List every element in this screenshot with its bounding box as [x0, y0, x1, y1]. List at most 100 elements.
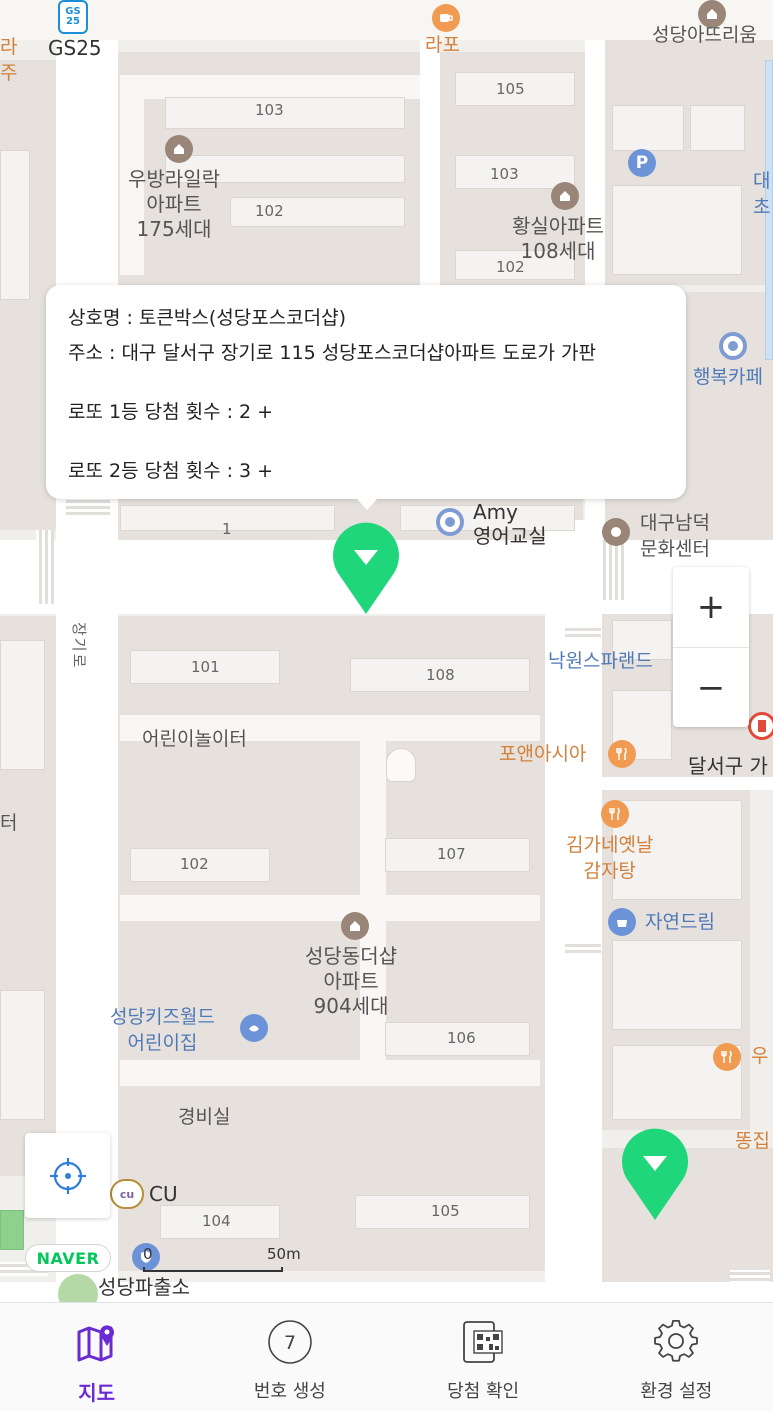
lottery-store-marker[interactable] — [619, 1126, 691, 1222]
zoom-control: + − — [673, 567, 749, 727]
place-kids-world-daycare[interactable]: 성당키즈월드 어린이집 — [110, 1004, 215, 1056]
tab-winning-check[interactable]: 당첨 확인 — [387, 1303, 580, 1411]
place-ttongjip[interactable]: 똥집 — [735, 1130, 770, 1154]
naver-logo[interactable]: NAVER — [25, 1244, 111, 1272]
current-location-button[interactable] — [25, 1133, 110, 1218]
place-dalseo[interactable]: 달서구 가 — [688, 754, 768, 779]
place-daegu-culture-center[interactable]: 대구남덕 문화센터 — [640, 510, 710, 562]
apartment-icon — [551, 182, 579, 210]
place-jayeon-dream[interactable]: 자연드림 — [645, 911, 715, 935]
first-prize-count-line: 로또 1등 당첨 횟수 : 2 + — [68, 401, 274, 423]
building — [612, 940, 742, 1030]
place-police-box[interactable]: 성당파출소 — [98, 1275, 190, 1300]
gas-station-icon — [748, 712, 773, 740]
lottery-store-marker-selected[interactable] — [330, 520, 402, 616]
crosswalk — [66, 500, 110, 518]
place-rapo[interactable]: 라포 — [425, 34, 460, 58]
building — [690, 105, 745, 151]
place-gimga-gamjatang[interactable]: 김가네옛날 감자탕 — [566, 832, 653, 884]
road-vertical — [420, 40, 440, 290]
number-ball-icon: 7 — [267, 1319, 313, 1365]
cafe-icon — [432, 4, 460, 32]
crosswalk — [565, 942, 601, 956]
crosswalk — [36, 530, 54, 604]
apt-number: 103 — [490, 165, 519, 183]
apartment-icon — [341, 912, 369, 940]
scale-bar — [143, 1267, 283, 1272]
building — [612, 105, 684, 151]
cu-store-icon: cu — [110, 1179, 144, 1209]
restaurant-icon — [608, 740, 636, 768]
academy-icon — [436, 508, 464, 536]
scale-zero: 0 — [143, 1245, 153, 1263]
apt-number: 101 — [191, 658, 220, 676]
tab-number-generate[interactable]: 7 번호 생성 — [193, 1303, 386, 1411]
place-edge-left: 라 — [0, 36, 18, 58]
building — [0, 990, 45, 1120]
internal-path — [120, 75, 420, 99]
place-nakwon-spaland[interactable]: 낙원스파랜드 — [548, 650, 653, 674]
store-icon — [608, 908, 636, 936]
place-kids-playground[interactable]: 어린이놀이터 — [142, 728, 247, 752]
place-haengbok-cafe[interactable]: 행복카페 — [693, 366, 763, 390]
apt-number: 104 — [202, 1212, 231, 1230]
restaurant-icon — [713, 1043, 741, 1071]
road-name-janggi-ro: 장기로 — [70, 622, 88, 670]
tab-label: 번호 생성 — [253, 1381, 326, 1402]
place-poan-asia[interactable]: 포앤아시아 — [499, 743, 586, 767]
tab-settings[interactable]: 환경 설정 — [580, 1303, 773, 1411]
apt-number: 102 — [180, 855, 209, 873]
place-amy-english[interactable]: Amy 영어교실 — [473, 500, 547, 548]
place-cu[interactable]: CU — [149, 1182, 178, 1207]
gear-icon — [653, 1319, 699, 1365]
bottom-navigation: 지도 7 번호 생성 당첨 확인 환경 설정 — [0, 1302, 773, 1411]
crosshair-icon — [49, 1157, 86, 1194]
place-gs25[interactable]: GS25 — [48, 36, 102, 61]
tab-map[interactable]: 지도 — [0, 1303, 193, 1411]
zoom-in-button[interactable]: + — [673, 567, 749, 647]
apt-number: 102 — [255, 202, 284, 220]
place-guard-room[interactable]: 경비실 — [178, 1106, 230, 1130]
crosswalk — [565, 626, 601, 640]
place-hwangsil-apartment[interactable]: 황실아파트 108세대 — [512, 214, 604, 264]
place-edge-left: 터 — [0, 812, 18, 834]
tab-label: 환경 설정 — [640, 1381, 713, 1402]
place-u[interactable]: 우 — [751, 1045, 768, 1069]
internal-path — [120, 895, 540, 921]
zoom-out-button[interactable]: − — [673, 647, 749, 728]
place-seongdang-the-sharp[interactable]: 성당동더샵 아파트 904세대 — [305, 944, 397, 1019]
building — [165, 97, 405, 129]
apt-number: 108 — [426, 666, 455, 684]
tab-label: 당첨 확인 — [447, 1381, 520, 1402]
apt-number: 103 — [255, 101, 284, 119]
crosswalk — [600, 540, 626, 600]
place-edge-left: 주 — [0, 62, 18, 84]
internal-path — [120, 1060, 540, 1086]
qr-scan-icon — [460, 1319, 506, 1365]
tab-label: 지도 — [78, 1381, 116, 1405]
cafe-location-icon — [719, 332, 747, 360]
apt-number: 107 — [437, 845, 466, 863]
place-edge-right: 대 — [753, 170, 771, 192]
apt-number: 105 — [431, 1202, 460, 1220]
map-scale: 0 50m — [143, 1245, 303, 1275]
place-seongdang-atrium[interactable]: 성당아뜨리움 — [652, 24, 757, 48]
apartment-icon — [165, 135, 193, 163]
apt-number: 105 — [496, 80, 525, 98]
second-prize-count-line: 로또 2등 당첨 횟수 : 3 + — [68, 460, 274, 482]
map-pin-icon — [74, 1319, 120, 1365]
building — [0, 150, 30, 300]
map-view[interactable]: 103 102 105 103 102 101 108 102 107 106 … — [0, 0, 773, 1302]
scale-distance: 50m — [267, 1245, 301, 1263]
crosswalk — [730, 1270, 770, 1284]
apt-number: 1 — [222, 520, 232, 538]
place-ubang-apartment[interactable]: 우방라일락 아파트 175세대 — [128, 167, 220, 242]
gs25-icon[interactable]: GS 25 — [58, 0, 88, 34]
store-info-popup[interactable]: 상호명 : 토큰박스(성당포스코더샵) 주소 : 대구 달서구 장기로 115 … — [46, 285, 686, 510]
ball-number: 7 — [284, 1332, 296, 1354]
kindergarten-icon — [240, 1014, 268, 1042]
playground-shape — [386, 748, 416, 782]
restaurant-icon — [601, 800, 629, 828]
culture-center-icon — [602, 518, 630, 546]
